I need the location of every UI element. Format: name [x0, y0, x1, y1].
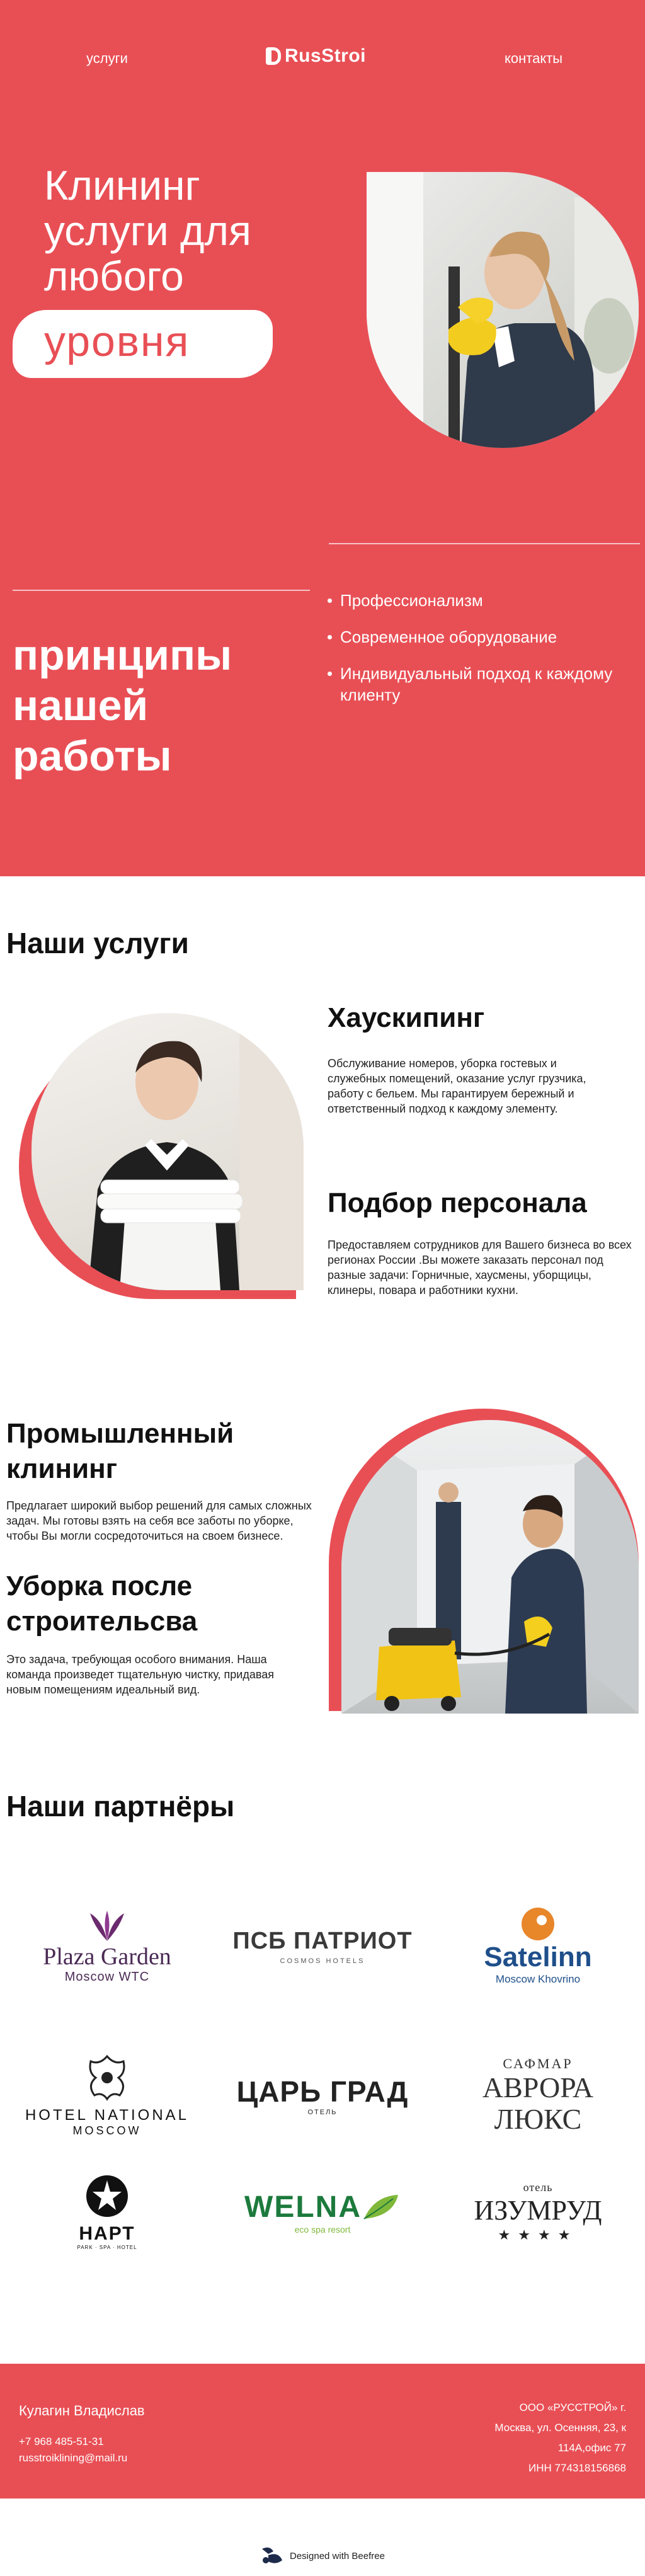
nav-contacts-link[interactable]: контакты	[505, 50, 562, 67]
principle-item: Профессионализм	[328, 590, 636, 611]
partner-logo-psb-patriot[interactable]: ПСБ ПАТРИОТ COSMOS HOTELS	[228, 1899, 417, 1993]
partner-name: Plaza Garden	[43, 1943, 171, 1970]
partner-sub: COSMOS HOTELS	[280, 1957, 365, 1965]
partner-logo-hotel-national[interactable]: HOTEL NATIONAL MOSCOW	[13, 2045, 202, 2146]
partner-sub: Moscow WTC	[64, 1969, 150, 1984]
service-housekeeping-text: Обслуживание номеров, уборка гостевых и …	[328, 1057, 586, 1115]
partner-logo-tsar-grad[interactable]: ЦАРЬ ГРАД ОТЕЛЬ	[228, 2045, 417, 2146]
partner-sub: MOSCOW	[72, 2124, 142, 2137]
industrial-cleaner-photo	[341, 1420, 639, 1714]
partner-logo-satelinn[interactable]: Satelinn Moscow Khovrino	[443, 1899, 632, 1993]
partner-sub: eco spa resort	[294, 2224, 351, 2235]
service-postbuild-text: Это задача, требующая особого внимания. …	[6, 1653, 274, 1696]
partner-logo-avrora-lux[interactable]: САФМАР АВРОРА ЛЮКС	[443, 2045, 632, 2146]
contact-phone[interactable]: +7 968 485-51-31	[19, 2436, 104, 2448]
nart-star-icon	[86, 2175, 128, 2217]
divider-line	[329, 543, 640, 544]
principle-item: Индивидуальный подход к каждому клиенту	[328, 663, 636, 706]
hero-highlight-text: уровня	[44, 318, 190, 365]
leaf-icon	[363, 2195, 398, 2219]
company-name: ООО «РУССТРОЙ» г.	[519, 2401, 626, 2413]
partner-sub: САФМАР	[503, 2056, 573, 2071]
partner-logo-nart[interactable]: НАРТ PARK · SPA · HOTEL	[13, 2158, 202, 2265]
service-industrial-title: Промышленный клининг	[6, 1418, 234, 1484]
logo-text: RusStroi	[285, 45, 367, 66]
partner-logo-izumrud[interactable]: отель ИЗУМРУД ★★★★	[443, 2158, 632, 2265]
partner-name: АВРОРА ЛЮКС	[482, 2071, 594, 2135]
service-industrial-text: Предлагает широкий выбор решений для сам…	[6, 1499, 312, 1542]
service-staffing-text: Предоставляем сотрудников для Вашего биз…	[328, 1239, 632, 1297]
service-housekeeping-title: Хаускипинг	[328, 1002, 485, 1033]
partner-name: ПСБ ПАТРИОТ	[232, 1927, 413, 1954]
principle-item: Современное оборудование	[328, 626, 636, 648]
page: услуги RusStroi контакты Клининг услуги …	[0, 0, 645, 2576]
partner-logo-welna[interactable]: WELNA eco spa resort	[228, 2158, 417, 2265]
logo[interactable]: RusStroi	[266, 45, 366, 67]
partner-sub: PARK · SPA · HOTEL	[77, 2244, 137, 2250]
partners-title: Наши партнёры	[6, 1790, 235, 1823]
beefree-icon	[262, 2547, 282, 2563]
partner-sub: Moscow Khovrino	[495, 1973, 581, 1985]
services-title: Наши услуги	[6, 927, 189, 959]
partner-name: ИЗУМРУД	[474, 2194, 602, 2226]
partner-name: WELNA	[244, 2190, 362, 2224]
hero-cleaner-photo	[367, 172, 639, 448]
contact-name: Кулагин Владислав	[19, 2403, 145, 2419]
plaza-garden-icon	[90, 1910, 124, 1941]
hotel-national-crest-icon	[89, 2054, 125, 2101]
maid-photo	[31, 1013, 304, 1290]
partner-name: HOTEL NATIONAL	[25, 2106, 190, 2124]
company-address-line1: Москва, ул. Осенняя, 23, к	[494, 2422, 626, 2434]
service-staffing-title: Подбор персонала	[328, 1188, 587, 1218]
partner-sub: отель	[523, 2180, 553, 2194]
badge-text: Designed with Beefree	[290, 2550, 385, 2562]
logo-icon	[266, 47, 281, 65]
rating-stars-icon: ★★★★	[498, 2226, 578, 2243]
footer: Кулагин Владислав +7 968 485-51-31 russt…	[0, 2364, 645, 2499]
beefree-badge[interactable]: Designed with Beefree	[260, 2545, 385, 2567]
company-inn: ИНН 774318156868	[528, 2462, 626, 2474]
contact-email[interactable]: russtroiklining@mail.ru	[19, 2452, 127, 2464]
principles-heading: принципы нашей работы	[13, 631, 232, 780]
partner-name: НАРТ	[79, 2223, 135, 2244]
satelinn-icon	[522, 1908, 554, 1940]
company-address-line2: 114А,офис 77	[557, 2442, 626, 2454]
divider-line	[13, 590, 310, 591]
hero-section: услуги RusStroi контакты Клининг услуги …	[0, 0, 645, 876]
partner-sub: ОТЕЛЬ	[307, 2109, 338, 2116]
nav-services-link[interactable]: услуги	[86, 50, 128, 67]
hero-title: Клининг услуги для любого	[44, 162, 251, 299]
service-postbuild-title: Уборка после строительсва	[6, 1571, 198, 1637]
partner-logo-plaza-garden[interactable]: Plaza Garden Moscow WTC	[13, 1899, 202, 1993]
partner-name: ЦАРЬ ГРАД	[236, 2075, 409, 2108]
principles-list: Профессионализм Современное оборудование…	[328, 590, 636, 721]
partner-name: Satelinn	[484, 1942, 592, 1972]
